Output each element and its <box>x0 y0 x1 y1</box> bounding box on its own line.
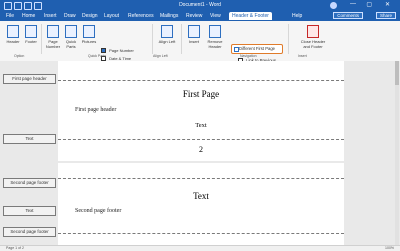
close-header-footer-label: Close Header and Footer <box>300 39 326 49</box>
tab-mailings[interactable]: Mailings <box>160 13 178 19</box>
ribbon-divider <box>152 24 153 54</box>
pictures-button[interactable]: Pictures <box>80 24 98 49</box>
status-zoom[interactable]: 100% <box>385 246 394 250</box>
page-number-small[interactable]: Page Number <box>101 48 134 54</box>
scroll-thumb[interactable] <box>395 61 399 85</box>
tab-header-footer[interactable]: Header & Footer <box>229 12 272 20</box>
remove-header-icon <box>209 25 221 38</box>
page-2: Text Second page footer <box>58 163 344 250</box>
insert-group-label: Insert <box>298 54 307 58</box>
tab-draw[interactable]: Draw <box>64 13 76 19</box>
pictures-label: Pictures <box>81 39 97 44</box>
tab-view[interactable]: View <box>210 13 221 19</box>
first-page-header-tag[interactable]: First page header <box>3 74 56 84</box>
ribbon-divider <box>41 24 42 54</box>
remove-header-button[interactable]: Remove Header <box>206 24 224 49</box>
footer-button[interactable]: Footer <box>22 24 40 49</box>
header-button-label: Header <box>6 39 20 44</box>
header-boundary <box>58 80 344 81</box>
footer-boundary <box>58 233 344 234</box>
quick-parts-label: Quick Parts <box>65 39 77 49</box>
align-left-group-label: Align Left <box>153 54 168 58</box>
page-number-icon <box>47 25 59 38</box>
header-icon <box>7 25 19 38</box>
status-bar: Page 1 of 2 100% <box>0 245 400 251</box>
tab-references[interactable]: References <box>128 13 154 19</box>
header-button[interactable]: Header <box>4 24 22 49</box>
minimize-icon[interactable]: — <box>350 1 356 7</box>
text-tag-1[interactable]: Text <box>3 134 56 144</box>
align-left-button[interactable]: Align Left <box>158 24 176 49</box>
tab-layout[interactable]: Layout <box>104 13 119 19</box>
text-tag-2[interactable]: Text <box>3 206 56 216</box>
footer-boundary <box>58 139 344 140</box>
ribbon: Header Footer Page Number Quick Parts Pi… <box>0 21 400 64</box>
tab-review[interactable]: Review <box>186 13 202 19</box>
page-1-text: Text <box>195 122 207 129</box>
quick-parts-button[interactable]: Quick Parts <box>62 24 80 49</box>
tab-design[interactable]: Design <box>82 13 98 19</box>
first-page-title: First Page <box>182 89 220 99</box>
second-page-footer-tag[interactable]: Second page footer <box>3 178 56 188</box>
different-first-page-option[interactable]: Different First Page <box>231 44 283 54</box>
close-header-footer-button[interactable]: Close Header and Footer <box>298 24 328 49</box>
align-left-label: Align Left <box>158 39 176 44</box>
avatar[interactable] <box>330 2 337 9</box>
tab-help[interactable]: Help <box>292 13 302 19</box>
align-left-icon <box>161 25 173 38</box>
insert-label: Insert <box>188 39 199 44</box>
maximize-icon[interactable]: ▢ <box>366 1 372 8</box>
tab-home[interactable]: Home <box>22 13 35 19</box>
footer-icon <box>25 25 37 38</box>
ribbon-divider <box>288 24 289 54</box>
page-number-button[interactable]: Page Number <box>44 24 62 49</box>
window-title: Document1 - Word <box>179 2 221 8</box>
vertical-scrollbar[interactable] <box>395 61 399 245</box>
ribbon-tabs: File Home Insert Draw Design Layout Refe… <box>0 11 400 21</box>
insert-button[interactable]: Insert <box>185 24 203 49</box>
close-icon[interactable]: ✕ <box>385 1 390 8</box>
page-2-text: Text <box>193 191 209 201</box>
second-page-footer-tag-2[interactable]: Second page footer <box>3 227 56 237</box>
insert-icon <box>188 25 200 38</box>
page-number-checkbox[interactable] <box>101 48 106 54</box>
ribbon-divider <box>181 24 182 54</box>
close-icon <box>307 25 319 38</box>
document-canvas: First Page First page header Text 2 Text… <box>0 61 400 250</box>
comments-button[interactable]: Comments <box>333 12 363 19</box>
page-number-label: Page Number <box>45 39 61 49</box>
status-left: Page 1 of 2 <box>6 246 24 250</box>
page-number-small-label: Page Number <box>109 48 134 53</box>
option-group-label: Option <box>14 54 25 58</box>
title-bar: Document1 - Word — ▢ ✕ <box>0 0 400 11</box>
first-page-header-text: First page header <box>75 107 117 113</box>
second-page-footer-text: Second page footer <box>75 208 122 214</box>
tab-file[interactable]: File <box>6 13 14 19</box>
tab-insert[interactable]: Insert <box>44 13 57 19</box>
quick-parts-group-label: Quick Parts <box>88 54 107 58</box>
pictures-icon <box>83 25 95 38</box>
page-number: 2 <box>199 145 203 154</box>
different-first-page-label: Different First Page <box>239 46 275 51</box>
quick-parts-icon <box>65 25 77 38</box>
header-boundary <box>58 178 344 179</box>
share-button[interactable]: Share <box>375 12 396 19</box>
page-1: First Page First page header Text 2 <box>58 61 344 161</box>
remove-header-label: Remove Header <box>207 39 223 49</box>
navigation-group-label: Navigation <box>240 54 257 58</box>
footer-button-label: Footer <box>25 39 37 44</box>
